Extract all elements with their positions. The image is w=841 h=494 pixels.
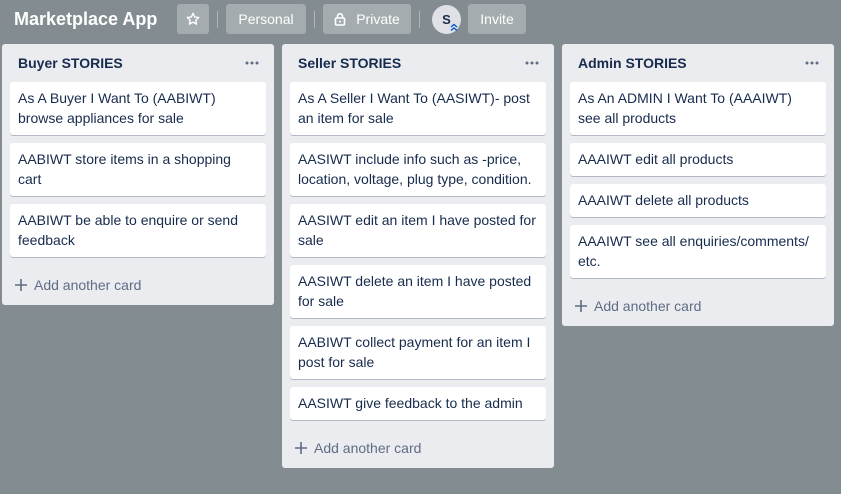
personal-label: Personal: [238, 11, 294, 27]
list-title[interactable]: Buyer STORIES: [18, 55, 123, 71]
plus-icon: [575, 300, 587, 312]
header-divider: [419, 11, 420, 28]
list-header: Admin STORIES: [562, 44, 834, 82]
more-icon[interactable]: [242, 53, 262, 73]
card[interactable]: AAAIWT edit all products: [570, 143, 826, 176]
add-card-label: Add another card: [34, 277, 142, 293]
star-button[interactable]: [177, 4, 209, 34]
card[interactable]: AAAIWT delete all products: [570, 184, 826, 217]
list-header: Seller STORIES: [282, 44, 554, 82]
card[interactable]: AAAIWT see all enquiries/comments/ etc.: [570, 225, 826, 278]
list-title[interactable]: Admin STORIES: [578, 55, 687, 71]
private-button[interactable]: Private: [323, 4, 411, 34]
avatar[interactable]: S: [432, 5, 461, 34]
card-list: As A Buyer I Want To (AABIWT) browse app…: [2, 82, 274, 257]
header-divider: [314, 11, 315, 28]
admin-chevron-icon: [450, 23, 458, 31]
card[interactable]: As A Buyer I Want To (AABIWT) browse app…: [10, 82, 266, 135]
invite-button[interactable]: Invite: [468, 4, 526, 34]
plus-icon: [295, 442, 307, 454]
card[interactable]: AABIWT be able to enquire or send feedba…: [10, 204, 266, 257]
list-admin-stories: Admin STORIES As An ADMIN I Want To (AAA…: [562, 44, 834, 326]
card-list: As A Seller I Want To (AASIWT)- post an …: [282, 82, 554, 420]
list-title[interactable]: Seller STORIES: [298, 55, 401, 71]
plus-icon: [15, 279, 27, 291]
list-header: Buyer STORIES: [2, 44, 274, 82]
add-card-label: Add another card: [594, 298, 702, 314]
lock-icon: [334, 12, 346, 26]
card[interactable]: AABIWT store items in a shopping cart: [10, 143, 266, 196]
more-icon[interactable]: [802, 53, 822, 73]
add-card-button[interactable]: Add another card: [562, 286, 834, 326]
card-list: As An ADMIN I Want To (AAAIWT) see all p…: [562, 82, 834, 278]
board-title[interactable]: Marketplace App: [14, 7, 157, 31]
star-icon: [186, 12, 200, 25]
card[interactable]: AASIWT give feedback to the admin: [290, 387, 546, 420]
add-card-label: Add another card: [314, 440, 422, 456]
invite-label: Invite: [480, 11, 514, 27]
board-header: Marketplace App Personal Private S Invit…: [0, 0, 841, 40]
header-divider: [217, 11, 218, 28]
card[interactable]: As A Seller I Want To (AASIWT)- post an …: [290, 82, 546, 135]
add-card-button[interactable]: Add another card: [282, 428, 554, 468]
private-label: Private: [356, 11, 400, 27]
personal-button[interactable]: Personal: [226, 4, 306, 34]
card[interactable]: AASIWT include info such as -price, loca…: [290, 143, 546, 196]
add-card-button[interactable]: Add another card: [2, 265, 274, 305]
list-seller-stories: Seller STORIES As A Seller I Want To (AA…: [282, 44, 554, 468]
more-icon[interactable]: [522, 53, 542, 73]
card[interactable]: AASIWT edit an item I have posted for sa…: [290, 204, 546, 257]
list-buyer-stories: Buyer STORIES As A Buyer I Want To (AABI…: [2, 44, 274, 305]
card[interactable]: AASIWT delete an item I have posted for …: [290, 265, 546, 318]
card[interactable]: AABIWT collect payment for an item I pos…: [290, 326, 546, 379]
card[interactable]: As An ADMIN I Want To (AAAIWT) see all p…: [570, 82, 826, 135]
